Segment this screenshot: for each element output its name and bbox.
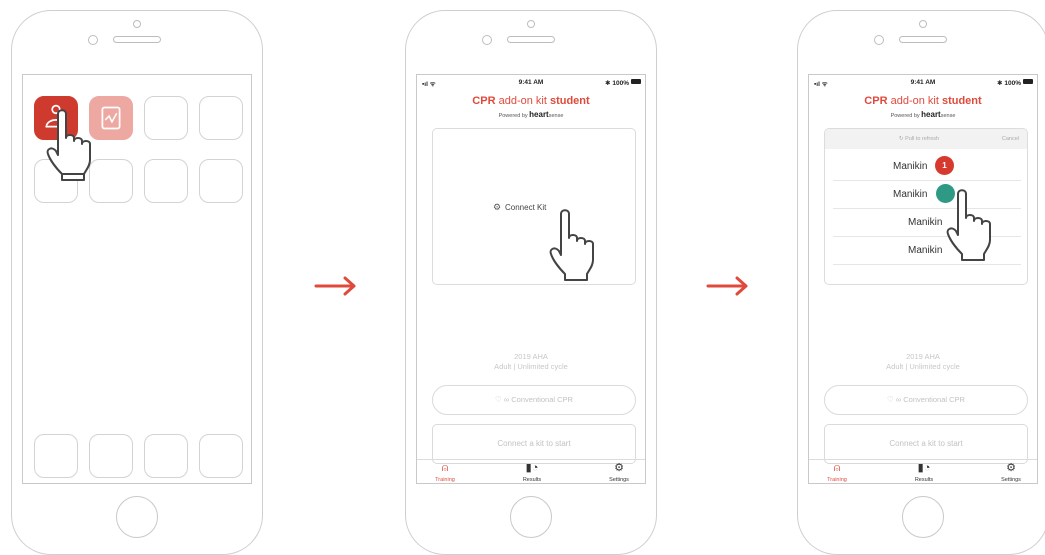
number-badge: 1 (935, 156, 954, 175)
speaker-grille (113, 36, 161, 43)
tab-settings[interactable]: ⚙ Settings (594, 462, 644, 483)
training-icon: ⍝ (833, 462, 841, 474)
results-icon: ▮◔ (525, 462, 539, 474)
training-icon: ⍝ (441, 462, 449, 474)
tab-bar: ⍝ Training ▮◔ Results ⚙ Settings (417, 459, 645, 483)
empty-app-slot (199, 159, 243, 203)
conventional-cpr-button[interactable]: ♡ ∞ Conventional CPR (824, 385, 1028, 415)
tab-results[interactable]: ▮◔ Results (507, 462, 557, 483)
arrow-right-icon (314, 276, 356, 296)
dock-app-slot (199, 434, 243, 478)
hand-pointer-icon (549, 209, 594, 281)
protocol-detail: Adult | Unlimited cycle (886, 362, 960, 371)
phone-frame-connect: ▪ıl ᯤ 9:41 AM ✱ 100% CPR add-on kit stud… (405, 10, 657, 555)
manikin-row[interactable]: Manikin 1 (833, 152, 1021, 181)
protocol-name: 2019 AHA (906, 352, 940, 361)
home-button[interactable] (510, 496, 552, 538)
dock-app-slot (144, 434, 188, 478)
front-camera (874, 35, 884, 45)
dock-app-slot (89, 434, 133, 478)
tab-training[interactable]: ⍝ Training (812, 462, 862, 483)
mode-label: Conventional CPR (511, 395, 573, 404)
list-header: ↻ Pull to refresh Cancel (825, 129, 1027, 149)
app-title: CPR add-on kit student (864, 95, 982, 107)
front-camera (88, 35, 98, 45)
start-button[interactable]: Connect a kit to start (824, 424, 1028, 464)
results-icon: ▮◔ (917, 462, 931, 474)
phone-frame-home (11, 10, 263, 555)
app-title: CPR add-on kit student (472, 95, 590, 107)
battery-text: ✱ 100% (605, 80, 629, 87)
tab-settings[interactable]: ⚙ Settings (986, 462, 1036, 483)
powered-by: Powered by heartsense (498, 110, 564, 119)
hand-pointer-icon (946, 189, 991, 261)
empty-app-slot (144, 96, 188, 140)
status-bar: ▪ıl ᯤ 9:41 AM ✱ 100% (809, 75, 1037, 89)
front-camera (482, 35, 492, 45)
speaker-grille (507, 36, 555, 43)
connect-kit-label: Connect Kit (505, 203, 547, 212)
app-screen: ▪ıl ᯤ 9:41 AM ✱ 100% CPR add-on kit stud… (808, 74, 1038, 484)
conventional-cpr-button[interactable]: ♡ ∞ Conventional CPR (432, 385, 636, 415)
battery-text: ✱ 100% (997, 80, 1021, 87)
dock-app-slot (34, 434, 78, 478)
app-screen: ▪ıl ᯤ 9:41 AM ✱ 100% CPR add-on kit stud… (416, 74, 646, 484)
tab-results[interactable]: ▮◔ Results (899, 462, 949, 483)
start-button[interactable]: Connect a kit to start (432, 424, 636, 464)
phone-frame-list: ▪ıl ᯤ 9:41 AM ✱ 100% CPR add-on kit stud… (797, 10, 1045, 555)
lungs-icon: ♡ ∞ (887, 395, 904, 404)
arrow-right-icon (706, 276, 748, 296)
protocol-detail: Adult | Unlimited cycle (494, 362, 568, 371)
tab-training[interactable]: ⍝ Training (420, 462, 470, 483)
camera (527, 20, 535, 28)
settings-gear-icon: ⚙ (614, 462, 624, 474)
home-button[interactable] (116, 496, 158, 538)
battery-icon (631, 79, 641, 84)
hand-pointer-icon (46, 109, 91, 181)
settings-gear-icon: ⚙ (1006, 462, 1016, 474)
lungs-icon: ♡ ∞ (495, 395, 512, 404)
status-bar: ▪ıl ᯤ 9:41 AM ✱ 100% (417, 75, 645, 89)
empty-app-slot (144, 159, 188, 203)
camera (133, 20, 141, 28)
camera (919, 20, 927, 28)
tab-bar: ⍝ Training ▮◔ Results ⚙ Settings (809, 459, 1037, 483)
protocol-name: 2019 AHA (514, 352, 548, 361)
home-button[interactable] (902, 496, 944, 538)
mode-label: Conventional CPR (903, 395, 965, 404)
pull-to-refresh[interactable]: ↻ Pull to refresh (899, 136, 939, 142)
speaker-grille (899, 36, 947, 43)
cancel-button[interactable]: Cancel (1002, 136, 1019, 142)
bluetooth-kit-icon: ⚙ (493, 202, 502, 212)
empty-app-slot (199, 96, 243, 140)
battery-icon (1023, 79, 1033, 84)
powered-by: Powered by heartsense (890, 110, 956, 119)
